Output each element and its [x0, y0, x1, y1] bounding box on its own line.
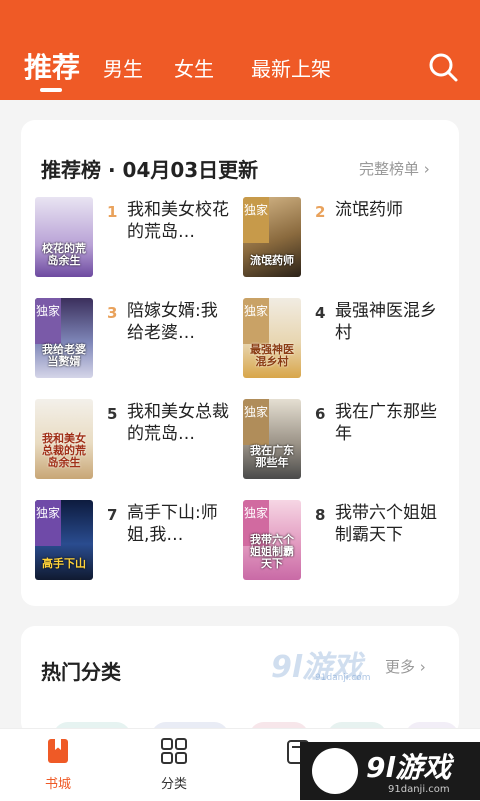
bottom-watermark: 9l游戏 91danji.com	[300, 742, 480, 800]
book-title: 流氓药师	[335, 200, 403, 220]
full-ranking-link[interactable]: 完整榜单 ›	[359, 158, 430, 179]
book-cover: 独家 高手下山	[35, 500, 93, 580]
tab-recommend[interactable]: 推荐	[24, 46, 80, 86]
nav-categories[interactable]: 分类	[134, 729, 214, 801]
rank-number: 8	[315, 506, 326, 524]
exclusive-badge: 独家	[243, 399, 269, 445]
tab-new-arrivals[interactable]: 最新上架	[251, 53, 331, 82]
cover-text: 校花的荒岛余生	[42, 242, 86, 267]
book-cover: 我和美女总裁的荒岛余生	[35, 399, 93, 479]
watermark-url: 91danji.com	[388, 784, 450, 795]
exclusive-badge: 独家	[35, 500, 61, 546]
nav-label: 分类	[160, 777, 187, 792]
book-title: 我在广东那些年	[335, 402, 437, 444]
book-cover: 独家 我带六个姐姐制霸天下	[243, 500, 301, 580]
book-cover: 独家 我给老婆当赘婿	[35, 298, 93, 378]
grid-icon	[161, 738, 187, 764]
watermark-url: 91danji.com	[315, 673, 371, 683]
bookstore-icon	[48, 739, 68, 763]
book-item[interactable]: 独家 高手下山 7 高手下山:师姐,我…	[35, 500, 235, 582]
ranking-card: 推荐榜 · 04月03日更新 完整榜单 › 校花的荒岛余生 1 我和美女校花的荒…	[21, 120, 459, 606]
cover-text: 我给老婆当赘婿	[42, 343, 86, 368]
ranking-title: 推荐榜 · 04月03日更新	[41, 158, 259, 182]
cover-text: 流氓药师	[250, 254, 294, 267]
rank-number: 5	[107, 405, 118, 423]
book-item[interactable]: 独家 我在广东那些年 6 我在广东那些年	[243, 399, 443, 481]
cover-text: 我带六个姐姐制霸天下	[250, 533, 294, 570]
cover-text: 高手下山	[42, 557, 86, 570]
rank-number: 3	[107, 304, 118, 322]
rank-number: 4	[315, 304, 326, 322]
rank-number: 1	[107, 203, 118, 221]
book-item[interactable]: 独家 最强神医混乡村 4 最强神医混乡村	[243, 298, 443, 380]
watermark-text: 9l游戏	[366, 751, 452, 784]
tab-male[interactable]: 男生	[103, 53, 143, 82]
rank-number: 2	[315, 203, 326, 221]
watermark-logo-icon	[312, 748, 358, 794]
book-title: 我和美女校花的荒岛…	[127, 200, 229, 242]
book-cover: 独家 流氓药师	[243, 197, 301, 277]
nav-bookstore[interactable]: 书城	[18, 729, 98, 801]
book-title: 高手下山:师姐,我…	[127, 503, 218, 545]
tab-female[interactable]: 女生	[174, 53, 214, 82]
book-title: 最强神医混乡村	[335, 301, 437, 343]
book-cover: 独家 我在广东那些年	[243, 399, 301, 479]
more-categories-link[interactable]: 更多 ›	[385, 656, 426, 677]
book-title: 陪嫁女婿:我给老婆…	[127, 301, 218, 343]
book-item[interactable]: 独家 我带六个姐姐制霸天下 8 我带六个姐姐制霸天下	[243, 500, 443, 582]
book-title: 我和美女总裁的荒岛…	[127, 402, 229, 444]
hot-categories-title: 热门分类	[41, 660, 121, 684]
cover-text: 我在广东那些年	[250, 444, 294, 469]
rank-number: 7	[107, 506, 118, 524]
nav-label: 书城	[44, 777, 71, 792]
rank-number: 6	[315, 405, 326, 423]
search-icon[interactable]	[426, 50, 460, 84]
book-item[interactable]: 独家 我给老婆当赘婿 3 陪嫁女婿:我给老婆…	[35, 298, 235, 380]
exclusive-badge: 独家	[35, 298, 61, 344]
book-cover: 独家 最强神医混乡村	[243, 298, 301, 378]
book-title: 我带六个姐姐制霸天下	[335, 503, 437, 545]
cover-text: 我和美女总裁的荒岛余生	[42, 432, 86, 469]
exclusive-badge: 独家	[243, 197, 269, 243]
book-item[interactable]: 独家 流氓药师 2 流氓药师	[243, 197, 443, 279]
exclusive-badge: 独家	[243, 298, 269, 344]
top-header: 推荐 男生 女生 最新上架	[0, 0, 480, 100]
active-tab-indicator	[40, 88, 62, 92]
book-item[interactable]: 校花的荒岛余生 1 我和美女校花的荒岛…	[35, 197, 235, 279]
cover-text: 最强神医混乡村	[250, 343, 294, 368]
book-cover: 校花的荒岛余生	[35, 197, 93, 277]
book-item[interactable]: 我和美女总裁的荒岛余生 5 我和美女总裁的荒岛…	[35, 399, 235, 481]
hot-categories-card: 热门分类 9l游戏 91danji.com 更多 ›	[21, 626, 459, 752]
